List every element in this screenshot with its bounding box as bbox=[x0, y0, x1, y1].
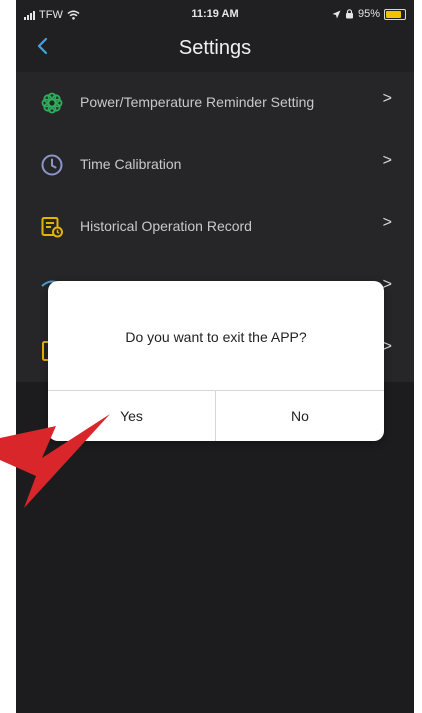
chevron-right-icon: > bbox=[382, 90, 392, 107]
chevron-right-icon: > bbox=[382, 152, 392, 169]
battery-level bbox=[386, 10, 401, 18]
menu-item-label: Time Calibration bbox=[80, 156, 182, 172]
dialog-message: Do you want to exit the APP? bbox=[125, 329, 307, 345]
menu-item-label: Historical Operation Record bbox=[80, 218, 252, 234]
battery-icon bbox=[384, 8, 406, 20]
status-bar: TFW 11:19 AM 95% bbox=[16, 0, 414, 30]
menu-item-label: Power/Temperature Reminder Setting bbox=[80, 94, 315, 110]
menu-item-historical-record[interactable]: Historical Operation Record > bbox=[16, 196, 414, 258]
clock-icon bbox=[41, 154, 63, 176]
phone-screen: TFW 11:19 AM 95% Settings Power/Temperat… bbox=[16, 0, 414, 713]
no-button[interactable]: No bbox=[216, 391, 384, 441]
location-arrow-icon bbox=[332, 10, 341, 18]
page-title: Settings bbox=[178, 37, 252, 59]
battery-percent: 95% bbox=[357, 8, 380, 20]
navigation-bar: Settings bbox=[16, 30, 414, 72]
lock-rotation-icon bbox=[345, 9, 353, 19]
chevron-right-icon: > bbox=[382, 276, 392, 293]
yes-button[interactable]: Yes bbox=[48, 391, 215, 441]
status-right: 95% bbox=[332, 8, 406, 20]
menu-item-time-calibration[interactable]: Time Calibration > bbox=[16, 134, 414, 196]
record-history-icon bbox=[41, 217, 63, 238]
menu-item-power-temperature[interactable]: Power/Temperature Reminder Setting > bbox=[16, 72, 414, 134]
exit-confirm-dialog: Do you want to exit the APP? Yes No bbox=[48, 281, 384, 441]
gear-flower-icon bbox=[41, 92, 63, 114]
chevron-right-icon: > bbox=[382, 214, 392, 231]
chevron-right-icon: > bbox=[382, 338, 392, 355]
